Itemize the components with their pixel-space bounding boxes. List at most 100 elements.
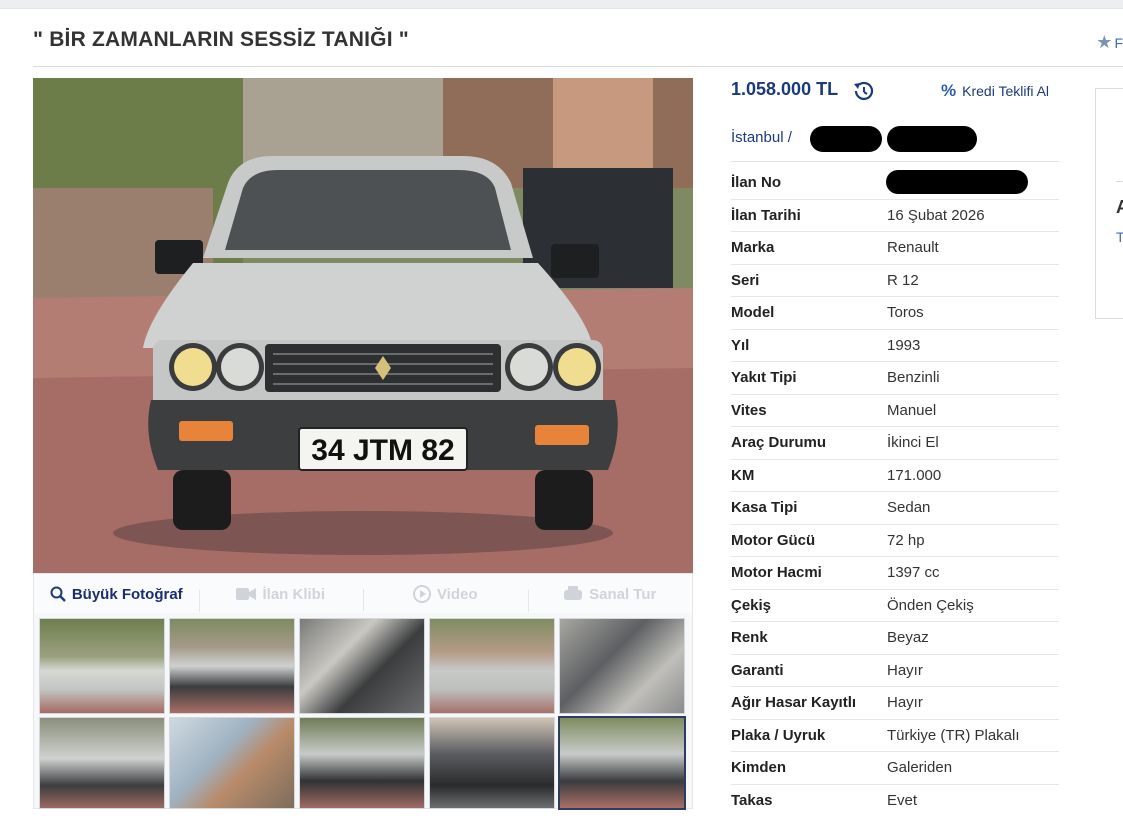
big-photo-button[interactable]: Büyük Fotoğraf	[34, 586, 199, 603]
spec-row: Ağır Hasar KayıtlıHayır	[731, 687, 1059, 720]
spec-value: Hayır	[887, 694, 923, 711]
spec-value: 1397 cc	[887, 564, 940, 581]
spec-value: Türkiye (TR) Plakalı	[887, 727, 1020, 744]
spec-row: Seri R 12	[731, 265, 1059, 298]
listing-clip-button[interactable]: İlan Klibi	[199, 586, 364, 603]
spec-row: Kasa Tipi Sedan	[731, 492, 1059, 525]
location-breadcrumb: İstanbul /	[731, 129, 792, 146]
spec-row: Vites Manuel	[731, 395, 1059, 428]
spec-row: Araç Durumu İkinci El	[731, 427, 1059, 460]
spec-label: Kimden	[731, 759, 786, 776]
spec-value: Sedan	[887, 499, 930, 516]
spec-value: Galeriden	[887, 759, 952, 776]
car-front-photo: 34 JTM 82	[33, 78, 693, 573]
redacted-district	[810, 126, 882, 152]
star-icon: ★	[1096, 32, 1112, 52]
thumbnail[interactable]	[169, 618, 295, 714]
spec-label: Yakıt Tipi	[731, 369, 797, 386]
thumbnail-grid	[33, 613, 693, 809]
spec-label: Motor Gücü	[731, 532, 815, 549]
spec-value: 72 hp	[887, 532, 925, 549]
spec-table: İlan No İlan Tarihi 16 Şubat 2026 Marka Re…	[731, 167, 1059, 816]
seller-card-heading: A	[1116, 197, 1123, 218]
favorite-button[interactable]: ★F	[1096, 32, 1123, 53]
title-divider	[33, 66, 1123, 67]
spec-label: Plaka / Uyruk	[731, 727, 825, 744]
price-history-icon[interactable]	[851, 79, 875, 103]
spec-label: İlan Tarihi	[731, 207, 801, 224]
spec-row: Motor Hacmi 1397 cc	[731, 557, 1059, 590]
thumbnail[interactable]	[39, 618, 165, 714]
thumbnail[interactable]	[39, 717, 165, 809]
search-icon	[50, 586, 66, 602]
video-label: Video	[437, 586, 478, 603]
spec-value: R 12	[887, 272, 919, 289]
spec-row: Marka Renault	[731, 232, 1059, 265]
video-button[interactable]: Video	[363, 585, 528, 603]
spec-label: Vites	[731, 402, 767, 419]
thumbnail[interactable]	[299, 618, 425, 714]
seller-card-divider	[1116, 181, 1123, 182]
spec-row: Renk Beyaz	[731, 622, 1059, 655]
spec-label: Seri	[731, 272, 759, 289]
spec-label: Araç Durumu	[731, 434, 826, 451]
thumbnail-selected[interactable]	[558, 716, 686, 810]
media-bar: Büyük Fotoğraf İlan Klibi Video Sanal Tu…	[33, 573, 693, 615]
location-city[interactable]: İstanbul	[731, 129, 784, 146]
spec-row: Garanti Hayır	[731, 655, 1059, 688]
thumbnail[interactable]	[559, 618, 685, 714]
listing-title: " BİR ZAMANLARIN SESSİZ TANIĞI "	[33, 28, 409, 52]
spec-value: 1993	[887, 337, 920, 354]
spec-row: ÇekişÖnden Çekiş	[731, 590, 1059, 623]
spec-label: KM	[731, 467, 754, 484]
thumbnail[interactable]	[169, 717, 295, 809]
redacted-neighborhood	[887, 126, 977, 152]
main-photo[interactable]: 34 JTM 82	[33, 78, 693, 573]
spec-value: İkinci El	[887, 434, 939, 451]
spec-row: Model Toros	[731, 297, 1059, 330]
favorite-label: F	[1114, 35, 1123, 51]
spec-label: Marka	[731, 239, 774, 256]
spec-row: Kimden Galeriden	[731, 752, 1059, 785]
percent-icon: %	[941, 81, 956, 101]
price: 1.058.000 TL	[731, 79, 838, 100]
spec-value: 171.000	[887, 467, 941, 484]
spec-value: 16 Şubat 2026	[887, 207, 985, 224]
spec-label: Takas	[731, 792, 772, 809]
spec-label: Model	[731, 304, 774, 321]
spec-row: İlan Tarihi 16 Şubat 2026	[731, 200, 1059, 233]
video-camera-icon	[236, 587, 256, 601]
spec-value: Renault	[887, 239, 939, 256]
location-separator: /	[788, 129, 792, 146]
spec-value: Manuel	[887, 402, 936, 419]
spec-label: İlan No	[731, 174, 781, 191]
thumbnail[interactable]	[299, 717, 425, 809]
listing-clip-label: İlan Klibi	[262, 586, 325, 603]
spec-row: Yakıt Tipi Benzinli	[731, 362, 1059, 395]
top-bar	[0, 0, 1123, 9]
spec-label: Motor Hacmi	[731, 564, 822, 581]
credit-offer-link[interactable]: % Kredi Teklifi Al	[941, 81, 1049, 101]
spec-value: Evet	[887, 792, 917, 809]
play-icon	[413, 585, 431, 603]
location-divider	[731, 161, 1059, 162]
seller-card-link[interactable]: T	[1116, 229, 1123, 245]
redacted-listing-number	[886, 170, 1028, 194]
spec-value: Benzinli	[887, 369, 940, 386]
credit-offer-label: Kredi Teklifi Al	[962, 83, 1049, 99]
spec-row: KM 171.000	[731, 460, 1059, 493]
spec-row: Takas Evet	[731, 785, 1059, 816]
spec-value: Toros	[887, 304, 924, 321]
spec-label: Çekiş	[731, 597, 771, 614]
spec-label: Renk	[731, 629, 768, 646]
spec-value: Hayır	[887, 662, 923, 679]
spec-value: Beyaz	[887, 629, 929, 646]
spec-label: Kasa Tipi	[731, 499, 797, 516]
spec-row: Motor Gücü 72 hp	[731, 525, 1059, 558]
virtual-tour-button[interactable]: Sanal Tur	[528, 586, 693, 603]
spec-label: Garanti	[731, 662, 784, 679]
thumbnail[interactable]	[429, 717, 555, 809]
license-plate: 34 JTM 82	[311, 434, 454, 467]
thumbnail[interactable]	[429, 618, 555, 714]
big-photo-label: Büyük Fotoğraf	[72, 586, 183, 603]
